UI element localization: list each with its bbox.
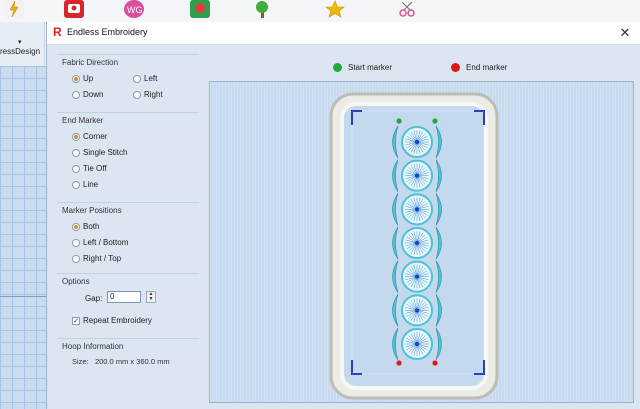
rose-icon[interactable]: [190, 0, 210, 18]
radio-indicator[interactable]: [72, 132, 80, 141]
end-marker-group: End Marker Corner Single Stitch Tie Off …: [57, 112, 199, 198]
end-marker-point: [396, 360, 402, 366]
radio-label: Right: [144, 90, 163, 99]
marker-positions-title: Marker Positions: [62, 206, 122, 215]
radio-marker-left-bottom[interactable]: Left / Bottom: [72, 238, 128, 247]
radio-indicator[interactable]: [72, 74, 80, 83]
radio-fabric-up[interactable]: Up: [72, 74, 93, 83]
motif-center: [415, 342, 419, 346]
fabric-direction-title: Fabric Direction: [62, 58, 119, 67]
star-icon[interactable]: [325, 0, 345, 18]
radio-indicator[interactable]: [133, 90, 141, 99]
repeat-embroidery-label: Repeat Embroidery: [83, 316, 152, 325]
radio-end-line[interactable]: Line: [72, 180, 98, 189]
workspace-divider: [0, 296, 46, 297]
hoop-size-value: 200.0 mm x 360.0 mm: [94, 357, 170, 366]
radio-indicator[interactable]: [72, 222, 80, 231]
end-marker-label: End marker: [466, 63, 508, 72]
hoop-information-title: Hoop Information: [62, 342, 124, 351]
end-marker-dot: [451, 63, 460, 72]
hoop-preview: [329, 92, 499, 400]
radio-label: Tie Off: [83, 164, 107, 173]
radio-marker-right-top[interactable]: Right / Top: [72, 254, 121, 263]
app-logo-icon: R: [53, 25, 62, 39]
radio-label: Corner: [83, 132, 108, 141]
chevron-down-icon: ▾: [18, 39, 22, 46]
motif-center: [415, 308, 419, 313]
options-title: Options: [62, 277, 90, 286]
radio-label: Single Stitch: [83, 148, 128, 157]
gap-stepper[interactable]: ▲ ▼: [146, 291, 156, 303]
heart-logo-icon[interactable]: WG: [124, 0, 144, 18]
repeat-embroidery-checkbox[interactable]: ✓ Repeat Embroidery: [72, 316, 152, 325]
fabric-direction-group: Fabric Direction Up Left Down Right: [57, 54, 199, 107]
radio-end-tie-off[interactable]: Tie Off: [72, 164, 107, 173]
tree-icon[interactable]: [252, 0, 272, 18]
start-marker-point: [396, 118, 402, 124]
scissors-icon[interactable]: [398, 0, 418, 18]
marker-positions-group: Marker Positions Both Left / Bottom Righ…: [57, 202, 199, 271]
start-marker-legend: Start marker: [333, 63, 392, 72]
motif-center: [415, 140, 419, 144]
motif-center: [415, 173, 419, 178]
radio-label: Left: [144, 74, 158, 83]
options-group: Options: [57, 273, 199, 336]
workspace-grid: [0, 66, 46, 409]
start-marker-point: [432, 118, 438, 124]
radio-indicator[interactable]: [72, 148, 80, 157]
svg-text:WG: WG: [127, 5, 143, 15]
end-marker-point: [432, 360, 438, 366]
dialog-titlebar[interactable]: R Endless Embroidery ✕: [47, 22, 640, 45]
close-button[interactable]: ✕: [617, 25, 633, 41]
motif-center: [415, 207, 419, 212]
radio-indicator[interactable]: [72, 254, 80, 263]
hoop-size-label: Size:: [72, 357, 89, 366]
radio-fabric-right[interactable]: Right: [133, 90, 163, 99]
radio-marker-both[interactable]: Both: [72, 222, 99, 231]
end-marker-title: End Marker: [62, 116, 104, 125]
radio-label: Down: [83, 90, 104, 99]
radio-label: Left / Bottom: [83, 238, 129, 247]
radio-indicator[interactable]: [72, 180, 80, 189]
start-marker-label: Start marker: [348, 63, 393, 72]
radio-label: Line: [83, 180, 99, 189]
start-marker-dot: [333, 63, 342, 72]
gap-input[interactable]: 0: [107, 291, 141, 303]
dialog-title: Endless Embroidery: [67, 27, 148, 37]
main-toolbar: WG: [0, 0, 640, 23]
radio-indicator[interactable]: [72, 90, 80, 99]
radio-label: Up: [83, 74, 94, 83]
preview-canvas[interactable]: [209, 81, 634, 403]
radio-label: Right / Top: [83, 254, 122, 263]
radio-indicator[interactable]: [133, 74, 141, 83]
checkmark-icon[interactable]: ✓: [72, 316, 80, 325]
endless-embroidery-dialog: R Endless Embroidery ✕ Fabric Direction …: [46, 22, 640, 409]
gap-label: Gap:: [85, 294, 103, 303]
motif-center: [415, 274, 419, 279]
express-design-label: ressDesign: [0, 47, 41, 56]
radio-end-corner[interactable]: Corner: [72, 132, 107, 141]
radio-end-single-stitch[interactable]: Single Stitch: [72, 148, 127, 157]
hoop-size: Size: 200.0 mm x 360.0 mm: [72, 357, 170, 366]
machine-icon[interactable]: [64, 0, 84, 18]
express-design-button[interactable]: ressDesign ▾: [0, 22, 45, 66]
radio-fabric-left[interactable]: Left: [133, 74, 157, 83]
radio-indicator[interactable]: [72, 238, 80, 247]
radio-fabric-down[interactable]: Down: [72, 90, 103, 99]
radio-indicator[interactable]: [72, 164, 80, 173]
end-marker-legend: End marker: [451, 63, 507, 72]
radio-label: Both: [83, 222, 100, 231]
chevron-down-icon[interactable]: ▼: [147, 297, 155, 302]
motif-center: [415, 241, 419, 245]
lightning-icon[interactable]: [4, 0, 24, 18]
